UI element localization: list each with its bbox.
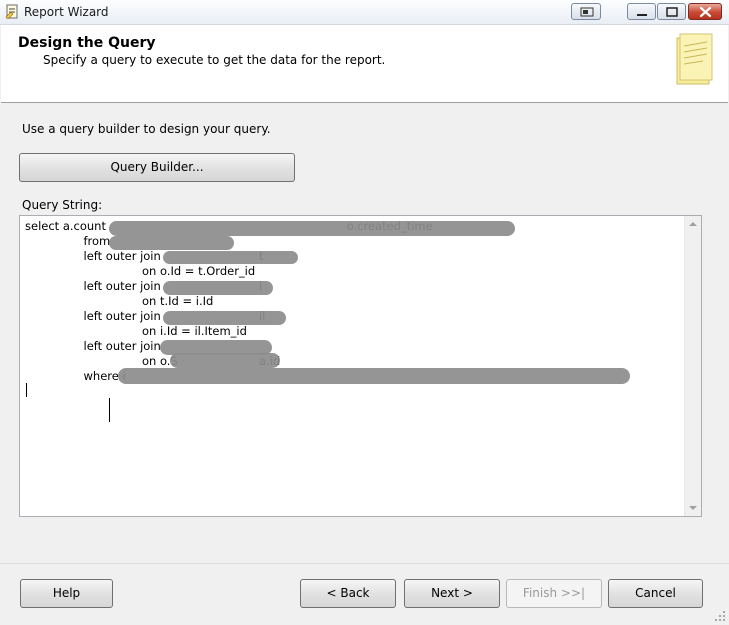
maximize-icon — [666, 7, 678, 17]
page-subtitle: Specify a query to execute to get the da… — [43, 53, 386, 67]
redaction-mark — [109, 221, 515, 236]
maximize-button[interactable] — [657, 3, 686, 20]
title-bar[interactable]: Report Wizard — [0, 0, 729, 25]
redaction-mark — [109, 236, 234, 250]
close-button[interactable] — [688, 3, 722, 20]
resize-grip-icon[interactable] — [714, 610, 726, 622]
instruction-text: Use a query builder to design your query… — [22, 122, 271, 136]
redaction-mark — [170, 353, 280, 368]
close-icon — [699, 6, 712, 18]
window-title: Report Wizard — [24, 5, 109, 19]
cancel-button[interactable]: Cancel — [608, 579, 703, 608]
notepad-icon — [676, 33, 713, 85]
back-button[interactable]: < Back — [300, 579, 396, 608]
vertical-scrollbar[interactable] — [684, 216, 701, 516]
help-button[interactable]: Help — [20, 579, 113, 608]
window-tool-button[interactable] — [571, 3, 601, 20]
minimize-button[interactable] — [627, 3, 656, 20]
minimize-icon — [637, 14, 647, 16]
scroll-up-icon[interactable] — [685, 216, 701, 232]
query-string-label: Query String: — [22, 198, 103, 212]
text-cursor — [26, 383, 27, 397]
text-cursor — [109, 398, 110, 422]
finish-button: Finish >>| — [506, 579, 602, 608]
redaction-mark — [118, 368, 630, 384]
footer-divider — [0, 563, 729, 564]
window-tile-icon — [580, 7, 594, 17]
next-button[interactable]: Next > — [404, 579, 500, 608]
redaction-mark — [163, 311, 286, 325]
wizard-header: Design the Query Specify a query to exec… — [1, 25, 728, 103]
query-string-textarea[interactable]: select a.count o.created_time from left … — [19, 215, 702, 517]
page-title: Design the Query — [18, 35, 156, 51]
report-wizard-icon — [5, 4, 18, 19]
report-wizard-window: Report Wizard Design the Query Specify a… — [0, 0, 729, 625]
redaction-mark — [163, 281, 273, 295]
redaction-mark — [163, 251, 298, 264]
query-builder-button[interactable]: Query Builder... — [19, 153, 295, 182]
scroll-down-icon[interactable] — [685, 500, 701, 516]
